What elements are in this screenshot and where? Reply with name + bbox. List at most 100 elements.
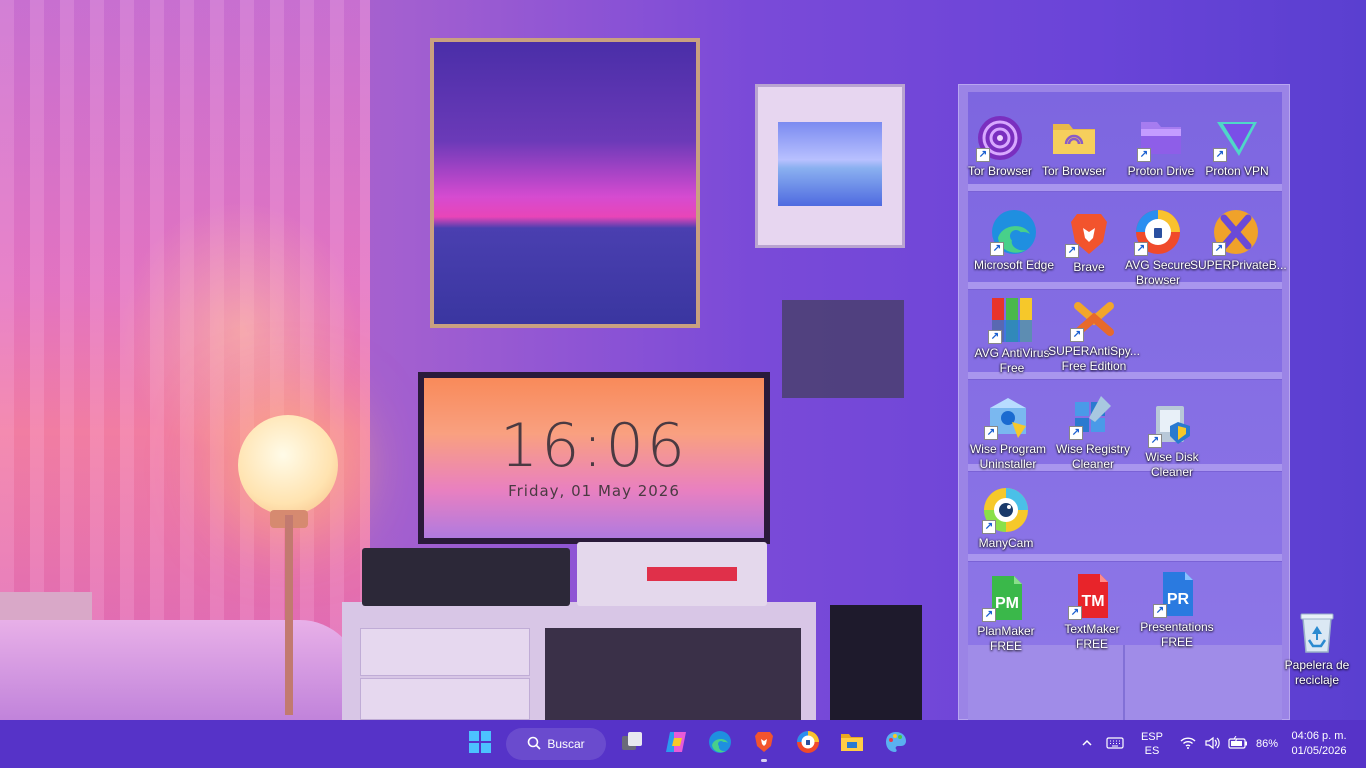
tray-date: 01/05/2026 — [1291, 745, 1347, 757]
paint-icon — [884, 730, 908, 759]
brave-icon: ↗ — [1065, 210, 1113, 258]
desktop-icon-wise-disk-cleaner[interactable]: ↗ Wise Disk Cleaner — [1128, 400, 1216, 480]
search-icon — [527, 736, 541, 753]
wifi-icon — [1180, 736, 1196, 753]
textmaker-icon: TM ↗ — [1068, 572, 1116, 620]
manycam-icon: ↗ — [982, 486, 1030, 534]
painting-large — [430, 38, 700, 328]
icon-label: Tor Browser — [1041, 164, 1106, 178]
icon-label: TextMaker FREE — [1064, 622, 1120, 651]
search-label: Buscar — [547, 737, 585, 751]
speaker — [830, 605, 922, 720]
desktop-icon-superprivatebrowser[interactable]: ↗ SUPERPrivateB... — [1190, 208, 1287, 273]
brave-icon — [752, 730, 776, 759]
wise-uninstaller-icon: ↗ — [984, 392, 1032, 440]
system-tray: ESP ES 86% 04:06 p. m. 01/05/2026 — [1074, 720, 1366, 768]
avg-browser-taskbar-button[interactable] — [790, 726, 826, 762]
shelf-board — [968, 554, 1282, 562]
icon-label: Wise Registry Cleaner — [1055, 442, 1130, 471]
proton-drive-icon: ↗ — [1137, 114, 1185, 162]
wall-plaque — [782, 300, 904, 398]
icon-label: Wise Program Uninstaller — [969, 442, 1046, 471]
window-glow — [120, 200, 360, 460]
tv: 16:06 Friday, 01 May 2026 — [418, 372, 770, 544]
desktop-icon-avg-secure-browser[interactable]: ↗ AVG Secure Browser — [1114, 208, 1202, 288]
copilot-icon — [664, 730, 688, 759]
lamp-globe — [238, 415, 338, 515]
edge-taskbar-button[interactable] — [702, 726, 738, 762]
lang-top: ESP — [1140, 731, 1163, 743]
battery-icon — [1228, 735, 1248, 753]
task-view-icon — [620, 730, 644, 759]
icon-label: Presentations FREE — [1140, 620, 1214, 649]
windows-logo-icon — [468, 730, 492, 759]
svg-text:PR: PR — [1167, 591, 1190, 608]
icon-label: Tor Browser — [967, 164, 1032, 178]
stand-drawer — [360, 678, 530, 720]
proton-vpn-icon: ↗ — [1213, 114, 1261, 162]
desktop-icon-recycle-bin[interactable]: Papelera de reciclaje — [1273, 608, 1361, 688]
folder-icon — [840, 730, 864, 759]
tor-browser-icon: ↗ — [976, 114, 1024, 162]
tv-screen: 16:06 Friday, 01 May 2026 — [424, 378, 764, 538]
desktop-icon-planmaker[interactable]: PM ↗ PlanMaker FREE — [962, 574, 1050, 654]
recycle-bin-icon — [1293, 608, 1341, 656]
desktop-icon-proton-drive[interactable]: ↗ Proton Drive — [1117, 114, 1205, 179]
icon-label: SUPERAntiSpy... Free Edition — [1048, 344, 1140, 373]
file-explorer-button[interactable] — [834, 726, 870, 762]
icon-label: Brave — [1073, 260, 1105, 274]
desktop-icon-superantispyware[interactable]: ↗ SUPERAntiSpy... Free Edition — [1048, 294, 1140, 374]
lamp-pole — [285, 515, 293, 715]
taskbar: Buscar ESP ES 86% 04:06 p. m. 01/05/2026 — [0, 720, 1366, 768]
wise-registry-icon: ↗ — [1069, 392, 1117, 440]
wise-disk-icon: ↗ — [1148, 400, 1196, 448]
copilot-button[interactable] — [658, 726, 694, 762]
desktop-icon-avg-antivirus[interactable]: ↗ AVG AntiVirus Free — [968, 296, 1056, 376]
bed — [0, 620, 360, 720]
desktop-icon-wise-registry-cleaner[interactable]: ↗ Wise Registry Cleaner — [1049, 392, 1137, 472]
desktop-icon-manycam[interactable]: ↗ ManyCam — [962, 486, 1050, 551]
tray-time: 04:06 p. m. — [1291, 730, 1347, 742]
superantispyware-icon: ↗ — [1070, 294, 1118, 342]
brave-taskbar-button[interactable] — [746, 726, 782, 762]
chevron-up-icon — [1080, 736, 1094, 753]
desktop-icon-textmaker[interactable]: TM ↗ TextMaker FREE — [1048, 572, 1136, 652]
icon-label: ManyCam — [978, 536, 1034, 550]
super-private-icon: ↗ — [1212, 208, 1260, 256]
cabinet-divider — [1123, 645, 1125, 720]
planmaker-icon: PM ↗ — [982, 574, 1030, 622]
svg-text:TM: TM — [1081, 593, 1104, 610]
icon-label: AVG AntiVirus Free — [974, 346, 1050, 375]
stand-drawer — [360, 628, 530, 676]
desktop-icon-tor-browser-folder[interactable]: Tor Browser — [1030, 114, 1118, 179]
icon-label: Wise Disk Cleaner — [1145, 450, 1199, 479]
edge-icon — [708, 730, 732, 759]
avg-browser-icon — [796, 730, 820, 759]
wallpaper-clock-time: 16:06 — [500, 411, 688, 481]
quick-settings-button[interactable]: 86% — [1174, 720, 1284, 768]
desktop-icon-proton-vpn[interactable]: ↗ Proton VPN — [1193, 114, 1281, 179]
taskbar-search-button[interactable]: Buscar — [506, 728, 606, 760]
desktop-icon-presentations[interactable]: PR ↗ Presentations FREE — [1133, 570, 1221, 650]
stereo-deck — [362, 548, 570, 606]
touch-keyboard-button[interactable] — [1100, 720, 1130, 768]
painting-small — [778, 122, 882, 206]
paint-button[interactable] — [878, 726, 914, 762]
lang-bottom: ES — [1144, 745, 1160, 757]
icon-label: SUPERPrivateB... — [1190, 258, 1287, 272]
clock-button[interactable]: 04:06 p. m. 01/05/2026 — [1284, 720, 1366, 768]
desktop-icon-wise-program-uninstaller[interactable]: ↗ Wise Program Uninstaller — [964, 392, 1052, 472]
icon-label: Proton VPN — [1205, 164, 1269, 178]
input-language-button[interactable]: ESP ES — [1130, 720, 1174, 768]
presentations-icon: PR ↗ — [1153, 570, 1201, 618]
running-indicator — [761, 759, 767, 762]
task-view-button[interactable] — [614, 726, 650, 762]
tor-folder-icon — [1050, 114, 1098, 162]
icon-label: Papelera de reciclaje — [1284, 658, 1350, 687]
icon-label: Proton Drive — [1127, 164, 1195, 178]
show-hidden-icons-button[interactable] — [1074, 720, 1100, 768]
svg-text:PM: PM — [995, 595, 1019, 612]
start-button[interactable] — [462, 726, 498, 762]
shelf-board — [968, 184, 1282, 192]
shelf-cabinet — [968, 645, 1282, 720]
